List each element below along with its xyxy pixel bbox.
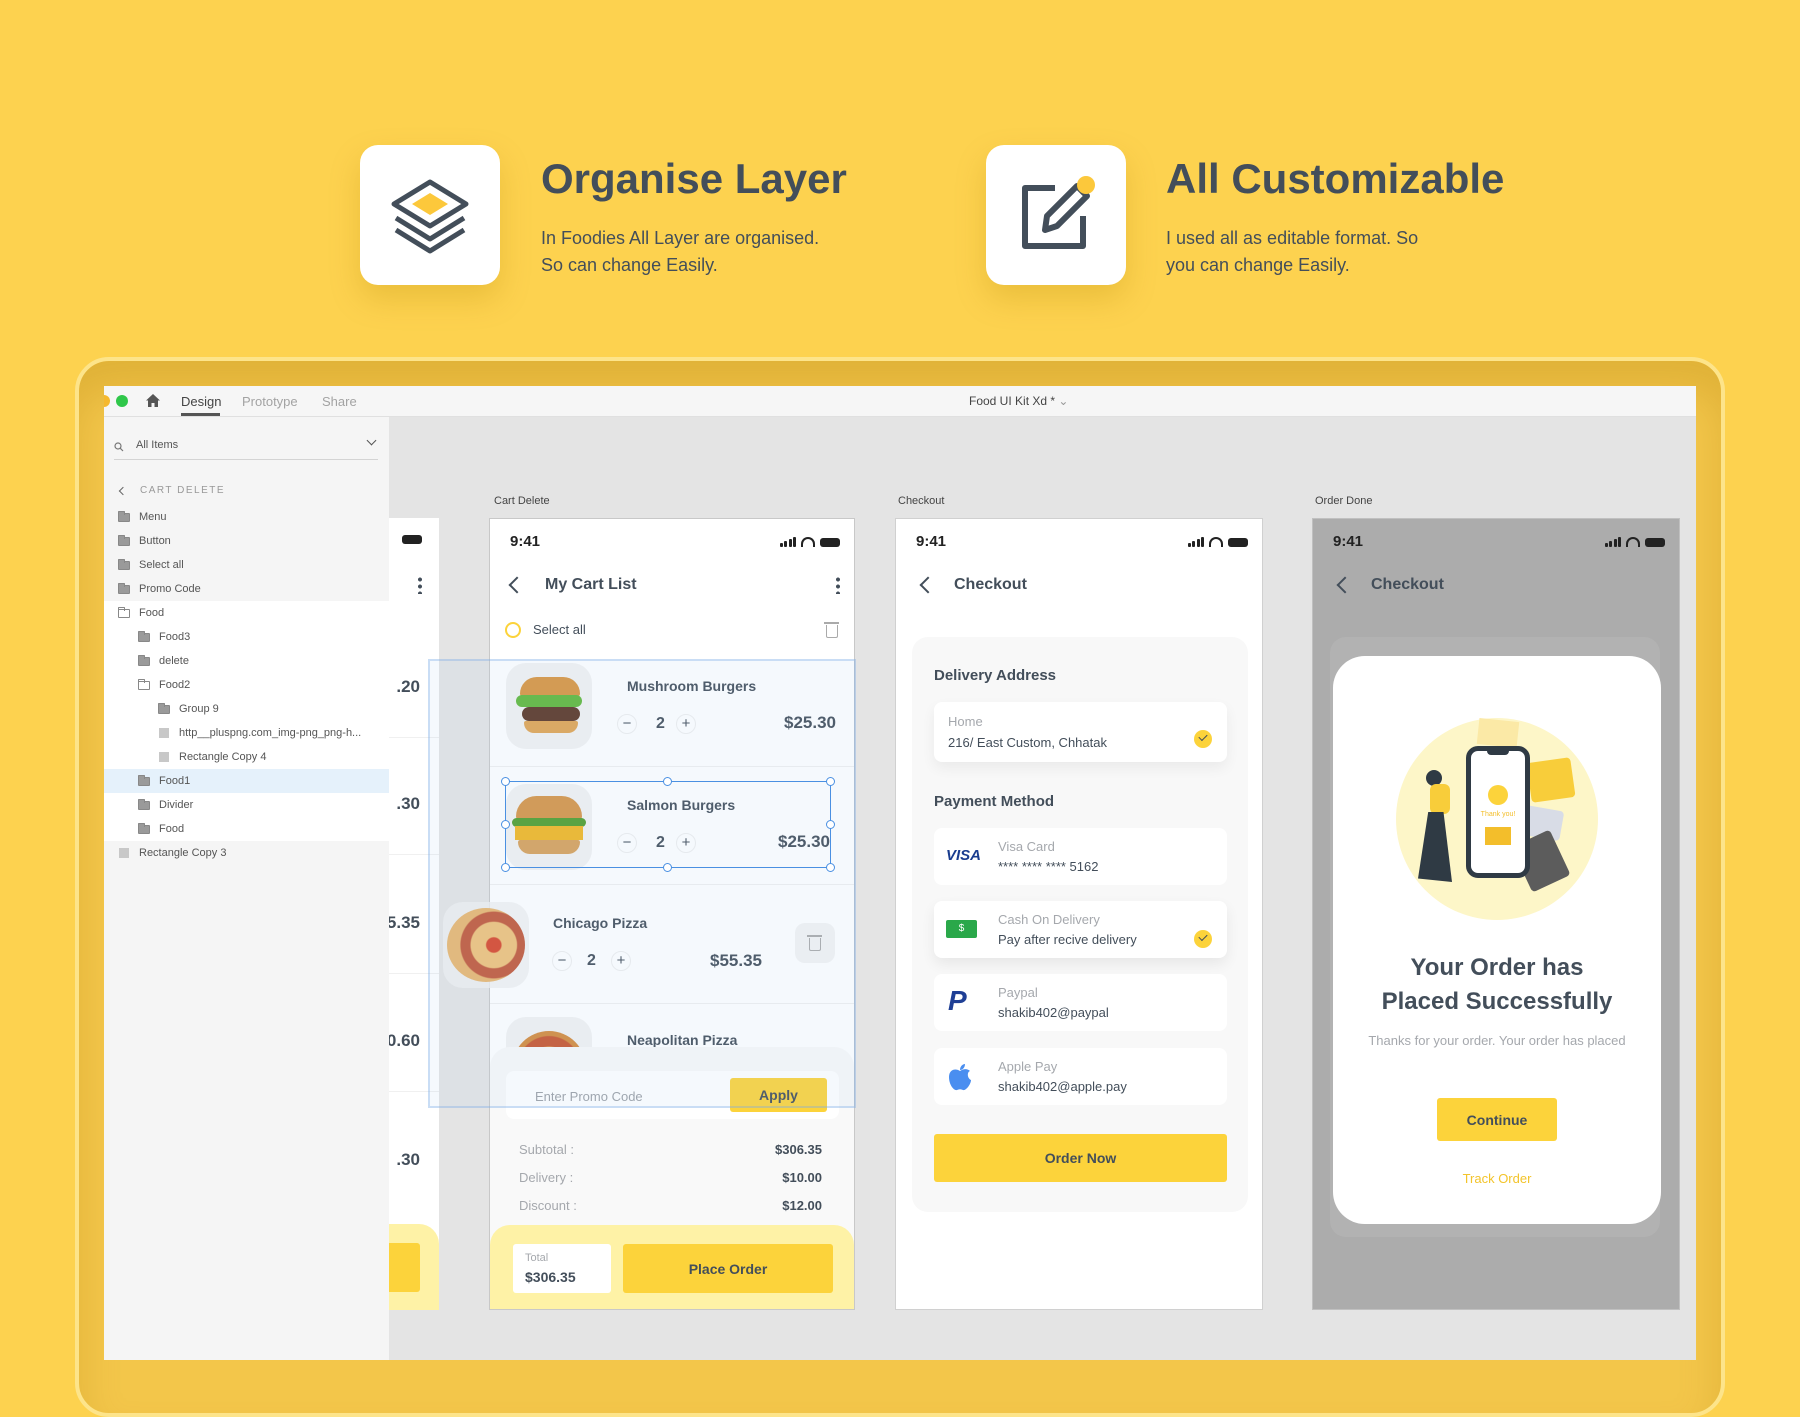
back-icon[interactable]: [508, 576, 526, 594]
section-heading: Delivery Address: [934, 667, 1057, 684]
more-options-icon[interactable]: [418, 576, 422, 594]
check-icon: [1194, 730, 1212, 748]
back-icon[interactable]: [1336, 576, 1354, 594]
select-all-label: Select all: [533, 622, 586, 637]
battery-icon: [1228, 538, 1248, 547]
battery-icon: [1645, 538, 1665, 547]
wifi-icon: [1209, 537, 1223, 547]
more-options-icon[interactable]: [836, 576, 840, 594]
visa-icon: VISA: [946, 847, 982, 864]
group-selection-box: [428, 659, 856, 1108]
success-heading: Your Order has Placed Successfully: [1381, 954, 1613, 1015]
success-subtitle: Thanks for your order. Your order has pl…: [1368, 1033, 1626, 1048]
signal-icon: [1187, 537, 1204, 547]
checkout-artboard[interactable]: 9:41 Checkout Delivery Address Home 216/…: [895, 518, 1263, 1310]
page-title: Checkout: [954, 576, 1027, 593]
paypal-icon: P: [948, 985, 967, 1016]
discount-value: $12.00: [782, 1198, 822, 1213]
artboard-label: Checkout: [898, 495, 945, 507]
success-illustration: Thank you!: [1396, 717, 1598, 920]
signal-icon: [1604, 537, 1621, 547]
feature-title: All Customizable: [1166, 155, 1505, 202]
page-title: Checkout: [1371, 576, 1444, 593]
feature-title: Organise Layer: [541, 155, 847, 202]
payment-option-cash[interactable]: $ Cash On Delivery Pay after recive deliv…: [934, 901, 1227, 958]
select-all-checkbox[interactable]: [505, 622, 521, 638]
artboard-label: Cart Delete: [494, 495, 550, 507]
check-icon: [1194, 930, 1212, 948]
delivery-value: $10.00: [782, 1170, 822, 1185]
checkout-panel: Delivery Address Home 216/ East Custom, …: [912, 637, 1248, 1212]
resize-handle[interactable]: [826, 777, 835, 786]
back-icon[interactable]: [919, 576, 937, 594]
illustration-text: Thank you!: [1480, 811, 1516, 818]
item-price: .20: [396, 677, 420, 696]
wifi-icon: [801, 537, 815, 547]
subtotal-value: $306.35: [775, 1142, 822, 1157]
layers-icon: [391, 179, 469, 254]
status-time: 9:41: [1333, 533, 1364, 550]
cash-icon: $: [946, 920, 977, 938]
status-icons: [1604, 535, 1665, 547]
resize-handle[interactable]: [501, 863, 510, 872]
address-label: Home: [948, 714, 983, 729]
status-time: 9:41: [916, 533, 947, 550]
xd-window: Design Prototype Share Food UI Kit Xd * …: [104, 386, 1696, 1360]
status-icons: [779, 535, 840, 547]
resize-handle[interactable]: [663, 863, 672, 872]
payment-option-paypal[interactable]: P Paypal shakib402@paypal: [934, 974, 1227, 1031]
resize-handle[interactable]: [663, 777, 672, 786]
apple-icon: [949, 1064, 971, 1091]
resize-handle[interactable]: [826, 820, 835, 829]
layers-feature-card: [360, 145, 500, 285]
resize-handle[interactable]: [501, 777, 510, 786]
payment-option-visa[interactable]: VISA Visa Card **** **** **** 5162: [934, 828, 1227, 885]
total-value: $306.35: [525, 1269, 576, 1285]
order-now-button[interactable]: Order Now: [934, 1134, 1227, 1182]
page-title: My Cart List: [545, 576, 637, 593]
item-price: 5.35: [389, 913, 420, 932]
signal-icon: [779, 537, 796, 547]
item-price: .30: [396, 794, 420, 813]
payment-option-apple-pay[interactable]: Apple Pay shakib402@apple.pay: [934, 1048, 1227, 1105]
total-box: Total $306.35: [513, 1244, 611, 1293]
artboard-label: Order Done: [1315, 495, 1373, 507]
checkout-bar: Total $306.35 Place Order: [490, 1225, 854, 1309]
resize-handle[interactable]: [501, 820, 510, 829]
place-order-button[interactable]: Place Order: [623, 1244, 833, 1293]
trash-icon[interactable]: [824, 622, 839, 638]
feature-description: In Foodies All Layer are organised. So ca…: [541, 228, 820, 275]
battery-icon: [820, 538, 840, 547]
customizable-feature-card: [986, 145, 1126, 285]
canvas: .20 .30 5.35 0.60 .30 Cart Delete 9:41 My Ca…: [104, 386, 1696, 1360]
address-card[interactable]: Home 216/ East Custom, Chhatak: [934, 702, 1227, 762]
resize-handle[interactable]: [826, 863, 835, 872]
delivery-label: Delivery :: [519, 1170, 574, 1185]
battery-icon: [402, 535, 422, 544]
status-icons: [1187, 535, 1248, 547]
item-price: 0.60: [389, 1031, 420, 1050]
subtotal-label: Subtotal :: [519, 1142, 574, 1157]
place-order-button[interactable]: [389, 1243, 420, 1292]
item-price: .30: [396, 1150, 420, 1169]
address-value: 216/ East Custom, Chhatak: [948, 735, 1107, 750]
wifi-icon: [1626, 537, 1640, 547]
order-done-artboard[interactable]: 9:41 Checkout Thank you! Your Order has …: [1312, 518, 1680, 1310]
order-success-modal: Thank you! Your Order has Placed Successf…: [1333, 656, 1661, 1224]
selection-box[interactable]: [501, 777, 835, 872]
total-label: Total: [525, 1252, 549, 1264]
edit-icon: [1022, 176, 1095, 249]
section-heading: Payment Method: [934, 793, 1055, 810]
status-time: 9:41: [510, 533, 541, 550]
feature-description: I used all as editable format. So you can…: [1166, 228, 1419, 275]
continue-button[interactable]: Continue: [1437, 1098, 1557, 1141]
track-order-link[interactable]: Track Order: [1333, 1171, 1661, 1186]
bottom-bar: [389, 1224, 439, 1310]
discount-label: Discount :: [519, 1198, 577, 1213]
